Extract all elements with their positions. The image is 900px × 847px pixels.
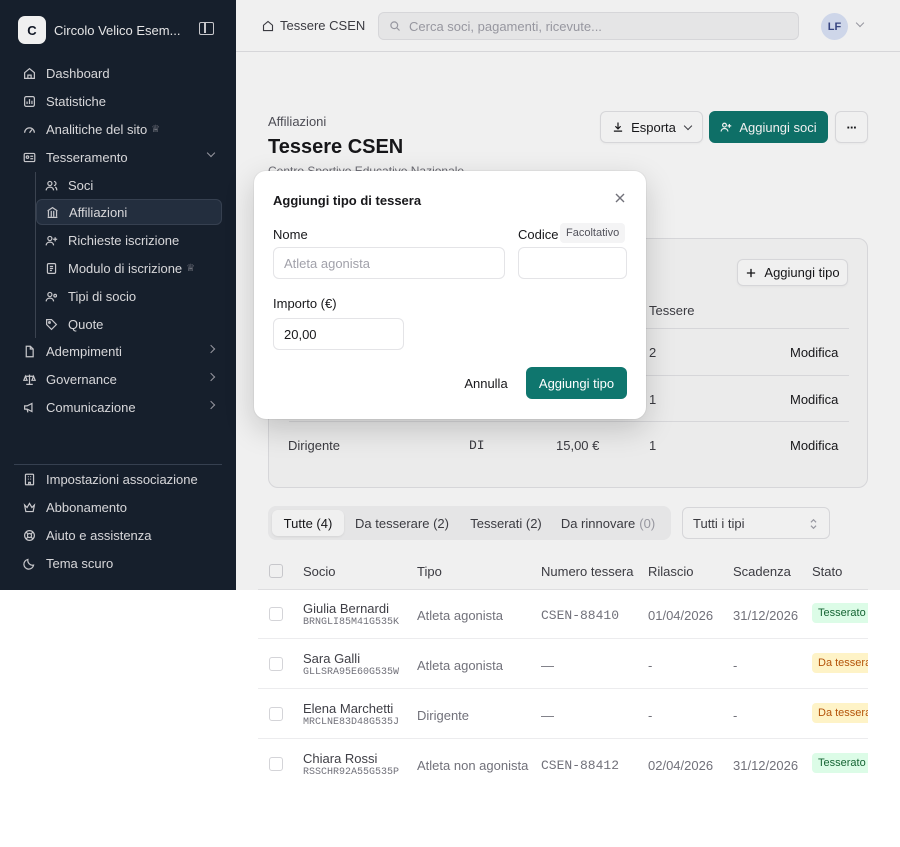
member-name[interactable]: Elena Marchetti [303,701,393,716]
member-name[interactable]: Sara Galli [303,651,360,666]
status-badge-wrap: Tesserato [812,753,868,775]
row-divider [258,688,868,689]
member-type: Atleta agonista [417,608,504,623]
row-checkbox[interactable] [269,757,283,771]
member-card-number: CSEN-88412 [541,758,620,773]
member-expiry-date: - [733,708,738,723]
member-tax-code: MRCLNE83D48G535J [303,717,400,728]
status-badge-wrap: Da tesserare [812,653,868,675]
member-type: Dirigente [417,708,470,723]
row-checkbox[interactable] [269,707,283,721]
amount-input[interactable] [273,318,404,350]
status-badge: Da tesserare [812,653,868,673]
modal-title: Aggiungi tipo di tessera [273,193,422,208]
row-checkbox[interactable] [269,607,283,621]
member-card-number: — [541,708,554,723]
amount-label: Importo (€) [273,296,337,311]
member-tax-code: GLLSRA95E60G535W [303,667,400,678]
close-icon[interactable] [614,192,626,204]
member-type: Atleta agonista [417,658,504,673]
name-input[interactable] [273,247,505,279]
status-badge-wrap: Da tesserare [812,703,868,725]
member-card-number: — [541,658,554,673]
member-name[interactable]: Giulia Bernardi [303,601,389,616]
status-badge: Tesserato [812,753,868,773]
submit-add-type-button[interactable]: Aggiungi tipo [526,367,627,399]
status-badge: Da tesserare [812,703,868,723]
status-badge-wrap: Tesserato [812,603,868,625]
member-expiry-date: 31/12/2026 [733,758,799,773]
member-issue-date: - [648,708,653,723]
cancel-button[interactable]: Annulla [454,367,518,399]
add-type-modal: Aggiungi tipo di tessera Nome Codice Fac… [254,171,646,419]
member-tax-code: BRNGLI85M41G535K [303,617,400,628]
member-card-number: CSEN-88410 [541,608,620,623]
status-badge: Tesserato [812,603,868,623]
member-issue-date: - [648,658,653,673]
code-label: Codice [518,227,559,242]
member-issue-date: 02/04/2026 [648,758,714,773]
optional-badge: Facoltativo [560,223,626,243]
member-expiry-date: 31/12/2026 [733,608,799,623]
row-divider [258,638,868,639]
member-expiry-date: - [733,658,738,673]
member-issue-date: 01/04/2026 [648,608,714,623]
name-label: Nome [273,227,308,242]
row-checkbox[interactable] [269,657,283,671]
code-input[interactable] [518,247,627,279]
member-tax-code: RSSCHR92A55G535P [303,767,400,778]
row-divider [258,738,868,739]
member-name[interactable]: Chiara Rossi [303,751,377,766]
member-type: Atleta non agonista [417,758,529,773]
